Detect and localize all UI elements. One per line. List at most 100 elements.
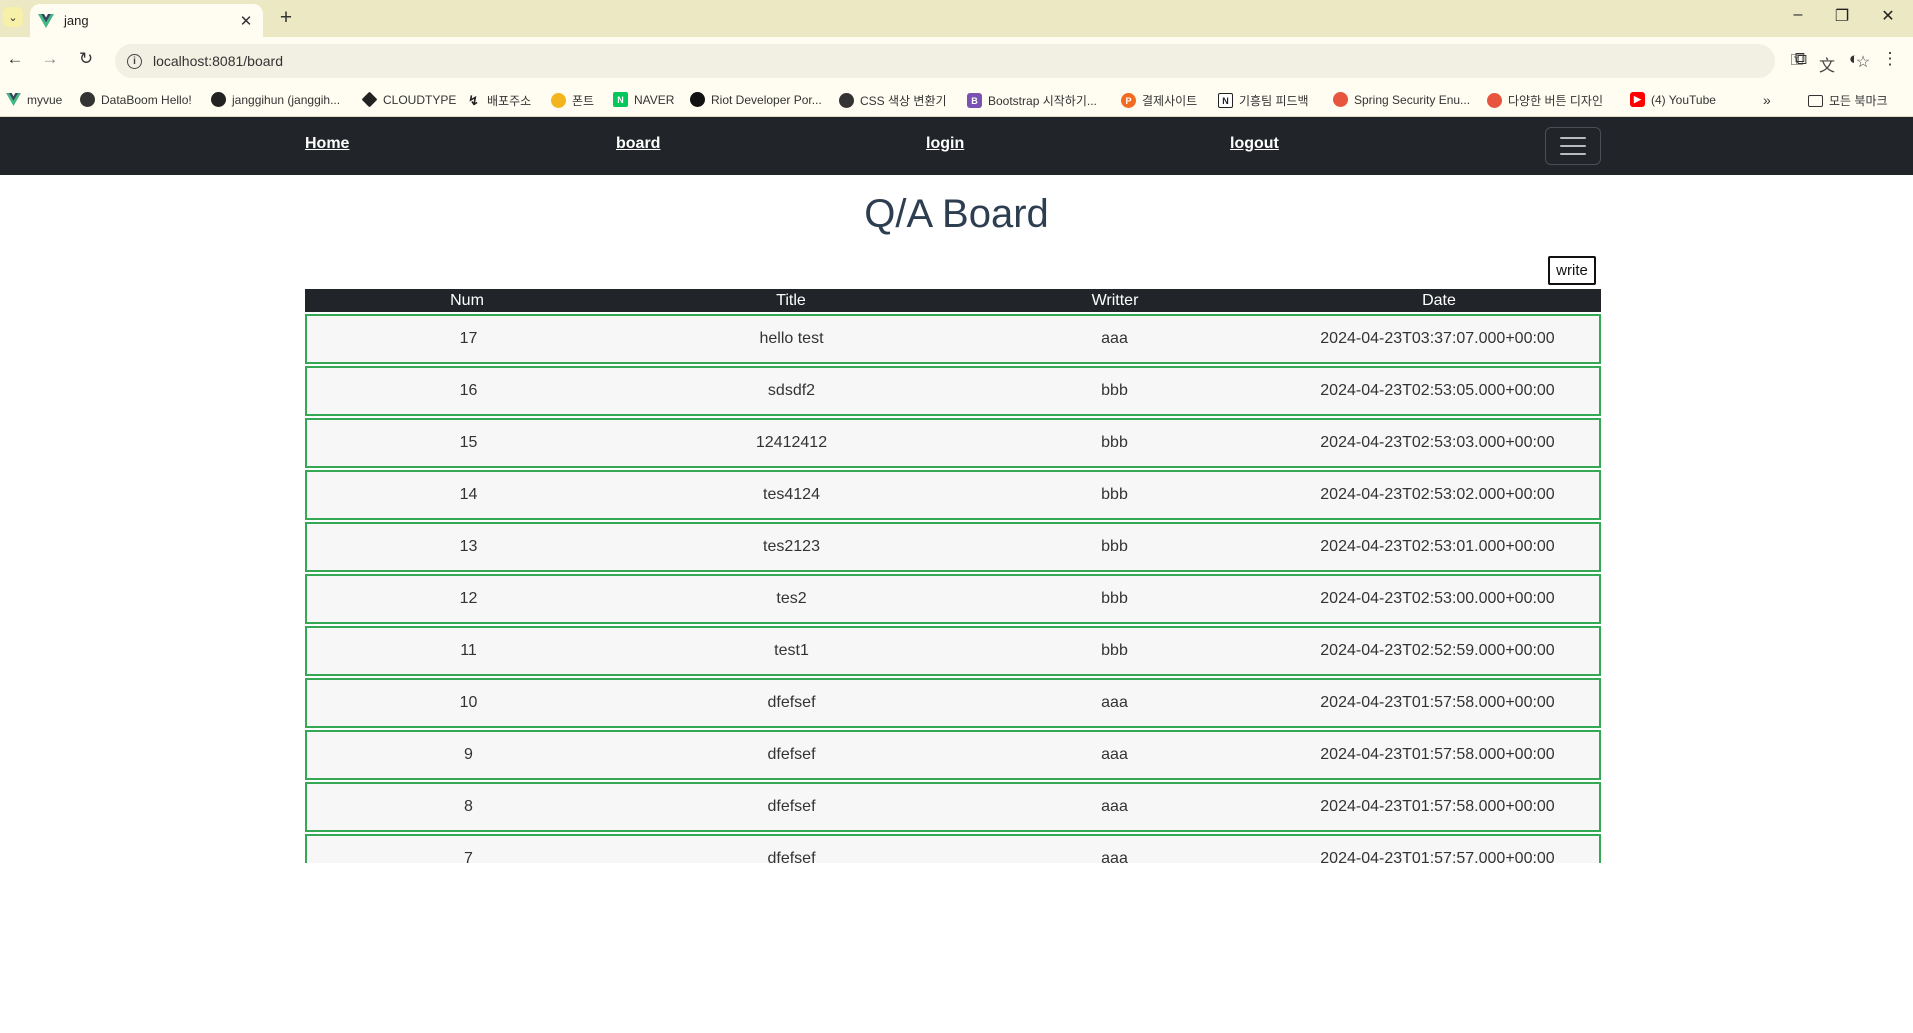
cell-writer: aaa	[1101, 850, 1128, 863]
cell-date: 2024-04-23T02:53:02.000+00:00	[1320, 486, 1555, 503]
cell-writer: aaa	[1101, 330, 1128, 347]
cell-writer: bbb	[1101, 382, 1128, 399]
table-row[interactable]: 13 tes2123 bbb 2024-04-23T02:53:01.000+0…	[305, 522, 1601, 572]
riot-icon	[690, 92, 705, 107]
browser-tab-active[interactable]: jang ✕	[30, 4, 263, 37]
table-row[interactable]: 12 tes2 bbb 2024-04-23T02:53:00.000+00:0…	[305, 574, 1601, 624]
all-bookmarks-folder[interactable]: 모든 북마크	[1808, 92, 1888, 109]
vue-icon	[6, 92, 21, 107]
globe-icon	[80, 92, 95, 107]
navbar-toggler-hamburger-icon[interactable]	[1545, 127, 1601, 165]
bookmark-item[interactable]: Spring Security Enu...	[1333, 92, 1470, 107]
cell-title: tes2123	[763, 538, 820, 555]
back-arrow-icon[interactable]: ←	[5, 49, 25, 69]
bookmark-item[interactable]: 다양한 버튼 디자인	[1487, 92, 1603, 109]
column-header-num: Num	[450, 291, 484, 309]
new-tab-icon[interactable]: +	[275, 6, 297, 30]
cell-title: tes2	[776, 590, 807, 607]
tab-search-icon[interactable]: ⌄	[3, 7, 23, 27]
cell-date: 2024-04-23T02:53:01.000+00:00	[1320, 538, 1555, 555]
bookmark-item[interactable]: ▶ (4) YouTube	[1630, 92, 1716, 107]
bookmark-item[interactable]: ↯ 배포주소	[466, 92, 531, 109]
cell-title: hello test	[759, 330, 824, 347]
cell-date: 2024-04-23T01:57:57.000+00:00	[1320, 850, 1555, 863]
extensions-icon[interactable]: ⧉	[1790, 49, 1812, 69]
minimize-icon[interactable]: –	[1788, 6, 1808, 24]
bookmark-item[interactable]: Riot Developer Por...	[690, 92, 822, 107]
bookmark-item[interactable]: myvue	[6, 92, 62, 107]
table-row[interactable]: 14 tes4124 bbb 2024-04-23T02:53:02.000+0…	[305, 470, 1601, 520]
profile-avatar-icon[interactable]: ◐	[1843, 49, 1865, 69]
nav-link-home[interactable]: Home	[305, 135, 349, 153]
bookmark-item[interactable]: 폰트	[551, 92, 594, 109]
spring-icon	[1333, 92, 1348, 107]
cell-writer: bbb	[1101, 434, 1128, 451]
cell-date: 2024-04-23T01:57:58.000+00:00	[1320, 798, 1555, 815]
nav-link-logout[interactable]: logout	[1230, 135, 1279, 153]
browser-menu-icon[interactable]: ⋮	[1879, 49, 1901, 69]
bookmark-item[interactable]: CLOUDTYPE	[361, 91, 456, 108]
cell-title: dfefsef	[767, 746, 816, 763]
bookmarks-bar: myvue DataBoom Hello! janggihun (janggih…	[0, 84, 1913, 117]
reload-icon[interactable]: ↻	[76, 49, 96, 69]
close-tab-icon[interactable]: ✕	[237, 12, 255, 30]
font-icon	[551, 93, 566, 108]
table-row[interactable]: 10 dfefsef aaa 2024-04-23T01:57:58.000+0…	[305, 678, 1601, 728]
restore-icon[interactable]: ❐	[1832, 6, 1852, 26]
cell-title: dfefsef	[767, 798, 816, 815]
cell-writer: aaa	[1101, 694, 1128, 711]
table-row[interactable]: 9 dfefsef aaa 2024-04-23T01:57:58.000+00…	[305, 730, 1601, 780]
bookmark-item[interactable]: DataBoom Hello!	[80, 92, 192, 107]
table-row[interactable]: 16 sdsdf2 bbb 2024-04-23T02:53:05.000+00…	[305, 366, 1601, 416]
vue-logo-icon	[38, 13, 54, 28]
cell-num: 11	[460, 642, 477, 659]
cell-num: 7	[464, 850, 473, 863]
cell-title: test1	[774, 642, 809, 659]
payment-icon: P	[1121, 93, 1136, 108]
cell-num: 14	[459, 486, 478, 503]
cell-writer: bbb	[1101, 486, 1128, 503]
bootstrap-icon: B	[967, 93, 982, 108]
table-row[interactable]: 8 dfefsef aaa 2024-04-23T01:57:58.000+00…	[305, 782, 1601, 832]
cell-writer: aaa	[1101, 746, 1128, 763]
cell-title: tes4124	[763, 486, 820, 503]
site-info-icon[interactable]: i	[127, 53, 142, 69]
column-header-title: Title	[776, 291, 806, 309]
cell-date: 2024-04-23T02:52:59.000+00:00	[1320, 642, 1555, 659]
deploy-icon: ↯	[468, 92, 479, 108]
column-header-writer: Writter	[1091, 291, 1139, 309]
tab-title: jang	[64, 13, 89, 28]
cell-date: 2024-04-23T01:57:58.000+00:00	[1320, 694, 1555, 711]
globe-icon	[839, 93, 854, 108]
page-title: Q/A Board	[864, 192, 1049, 236]
table-row[interactable]: 17 hello test aaa 2024-04-23T03:37:07.00…	[305, 314, 1601, 364]
nav-link-login[interactable]: login	[926, 135, 964, 153]
bookmark-item[interactable]: CSS 색상 변환기	[839, 92, 947, 109]
forward-arrow-icon[interactable]: →	[40, 49, 60, 69]
bookmark-item[interactable]: janggihun (janggih...	[211, 92, 340, 107]
cell-date: 2024-04-23T02:53:05.000+00:00	[1320, 382, 1555, 399]
cell-title: sdsdf2	[767, 382, 816, 399]
table-header: Num Title Writter Date	[305, 289, 1601, 312]
write-button[interactable]: write	[1548, 256, 1596, 285]
close-window-icon[interactable]: ✕	[1878, 6, 1898, 26]
omnibox[interactable]: i localhost:8081/board ⚿ 文 ☆	[115, 44, 1870, 78]
table-row[interactable]: 7 dfefsef aaa 2024-04-23T01:57:57.000+00…	[305, 834, 1601, 863]
button-design-icon	[1487, 93, 1502, 108]
translate-icon[interactable]: 文	[1817, 52, 1837, 76]
bookmarks-overflow-icon[interactable]: »	[1763, 92, 1771, 108]
bookmark-item[interactable]: B Bootstrap 시작하기...	[967, 92, 1097, 109]
cell-num: 13	[459, 538, 478, 555]
naver-icon: N	[613, 92, 628, 107]
url-text[interactable]: localhost:8081/board	[153, 53, 283, 69]
bookmark-item[interactable]: N NAVER	[613, 92, 674, 107]
table-row[interactable]: 15 12412412 bbb 2024-04-23T02:53:03.000+…	[305, 418, 1601, 468]
address-bar-row: ← → ↻ i localhost:8081/board ⚿ 文 ☆ ⧉ ◐ ⋮	[0, 37, 1913, 84]
cell-title: dfefsef	[767, 850, 816, 863]
cell-writer: bbb	[1101, 538, 1128, 555]
nav-link-board[interactable]: board	[616, 135, 660, 153]
bookmark-item[interactable]: P 결제사이트	[1121, 92, 1197, 109]
bookmark-item[interactable]: N 기흥팀 피드백	[1218, 92, 1309, 109]
folder-icon	[1808, 94, 1823, 107]
table-row[interactable]: 11 test1 bbb 2024-04-23T02:52:59.000+00:…	[305, 626, 1601, 676]
